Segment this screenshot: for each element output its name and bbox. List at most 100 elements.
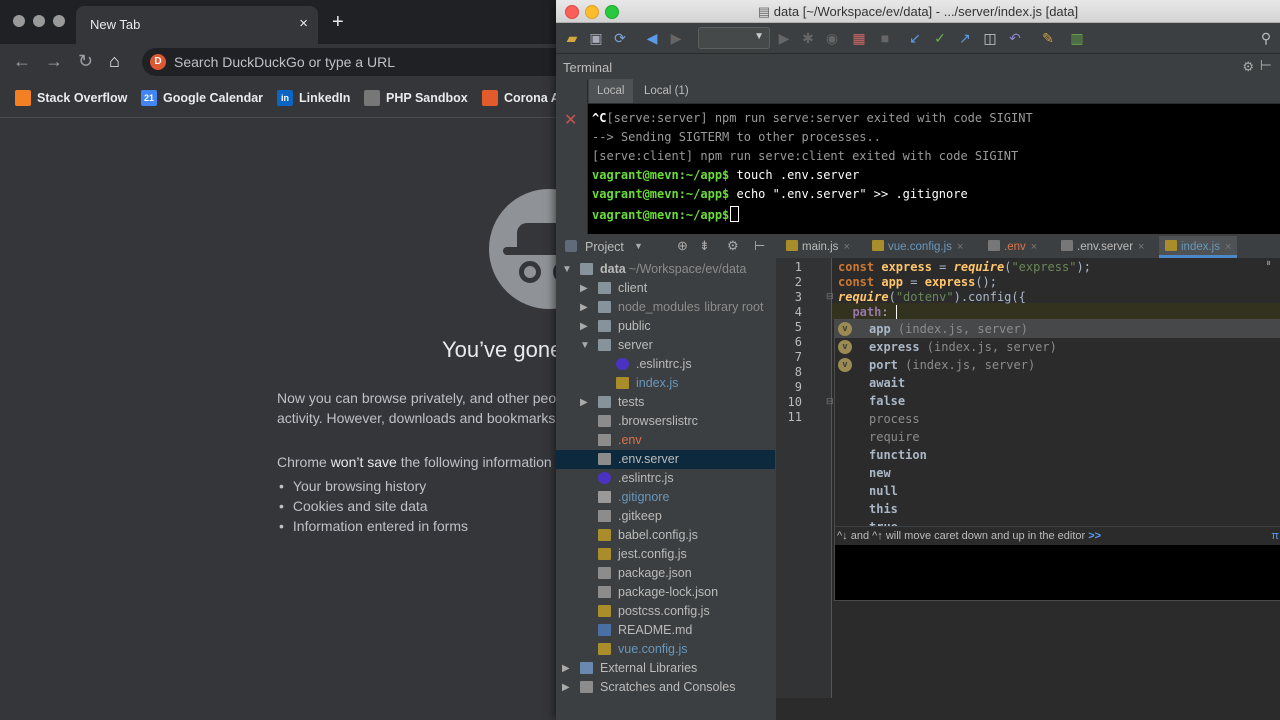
fold-icon[interactable]: ⊟: [826, 396, 834, 407]
save-icon[interactable]: ▣: [588, 30, 604, 46]
tab-local[interactable]: Local: [589, 79, 633, 103]
project-title[interactable]: Project: [585, 240, 624, 254]
revert-icon[interactable]: ↶: [1007, 30, 1023, 46]
terminal-output[interactable]: ^C[serve:server] npm run serve:server ex…: [588, 104, 1280, 234]
tree-item[interactable]: .eslintrc.js: [556, 355, 775, 374]
tree-item[interactable]: index.js: [556, 374, 775, 393]
window-zoom-button[interactable]: [53, 15, 65, 27]
tree-item[interactable]: README.md: [556, 621, 775, 640]
locate-icon[interactable]: ⊕: [677, 238, 688, 254]
completion-item-function[interactable]: function: [835, 446, 1280, 464]
tree-item[interactable]: .env.server: [556, 450, 775, 469]
project-settings-icon[interactable]: ⚙: [727, 238, 739, 254]
run-config-select[interactable]: ▼: [698, 27, 770, 49]
tree-item[interactable]: babel.config.js: [556, 526, 775, 545]
tree-item[interactable]: .env: [556, 431, 775, 450]
collapse-arrow-icon[interactable]: ▶: [562, 678, 572, 697]
run-icon[interactable]: ▶: [776, 30, 792, 46]
inspection-icon[interactable]: ⏸: [1266, 258, 1271, 269]
terminal-settings-icon[interactable]: ⚙: [1242, 59, 1254, 75]
close-tab-icon[interactable]: ×: [1031, 241, 1037, 253]
editor-tab-vue-config-js[interactable]: vue.config.js ×: [872, 236, 963, 258]
tree-item[interactable]: .gitkeep: [556, 507, 775, 526]
bookmark-stack-overflow[interactable]: Stack Overflow: [15, 90, 127, 106]
coverage-icon[interactable]: ◉: [824, 30, 840, 46]
tree-item[interactable]: ▶ Scratches and Consoles: [556, 678, 775, 697]
tree-item[interactable]: ▼ data ~/Workspace/ev/data: [556, 260, 775, 279]
tree-item[interactable]: package.json: [556, 564, 775, 583]
close-tab-icon[interactable]: ×: [1138, 241, 1144, 253]
structure-icon[interactable]: ▥: [1069, 30, 1085, 46]
settings-icon[interactable]: ✎: [1040, 30, 1056, 46]
expand-arrow-icon[interactable]: ▼: [580, 336, 590, 355]
bookmark-google-calendar[interactable]: 21 Google Calendar: [141, 90, 263, 106]
tree-item[interactable]: ▶ tests: [556, 393, 775, 412]
collapse-arrow-icon[interactable]: ▶: [580, 298, 590, 317]
tree-item[interactable]: .browserslistrc: [556, 412, 775, 431]
tab-close-icon[interactable]: ×: [299, 15, 308, 32]
bookmark-php-sandbox[interactable]: PHP Sandbox: [364, 90, 468, 106]
completion-item-process[interactable]: process: [835, 410, 1280, 428]
back-icon[interactable]: ←: [13, 52, 31, 70]
completion-item-express[interactable]: v express (index.js, server): [835, 338, 1280, 356]
code-editor[interactable]: 1 2 3 4 5 6 7 8 9 10 11 ⊟ ⊟ const expres…: [776, 258, 1280, 698]
tree-item[interactable]: ▶ External Libraries: [556, 659, 775, 678]
history-icon[interactable]: ◫: [982, 30, 998, 46]
close-tab-icon[interactable]: ×: [957, 241, 963, 253]
tree-item[interactable]: ▶ node_modules library root: [556, 298, 775, 317]
editor-tab-main-js[interactable]: main.js ×: [786, 236, 850, 258]
completion-item-require[interactable]: require: [835, 428, 1280, 446]
completion-item-app[interactable]: v app (index.js, server): [835, 320, 1280, 338]
editor-tab-env-server[interactable]: .env.server ×: [1061, 236, 1144, 258]
tree-item[interactable]: package-lock.json: [556, 583, 775, 602]
project-view-dropdown-icon[interactable]: ▼: [634, 241, 643, 251]
tree-item[interactable]: vue.config.js: [556, 640, 775, 659]
close-terminal-icon[interactable]: ✕: [564, 110, 577, 130]
collapse-arrow-icon[interactable]: ▶: [580, 393, 590, 412]
tree-item[interactable]: postcss.config.js: [556, 602, 775, 621]
close-tab-icon[interactable]: ×: [1225, 241, 1231, 253]
sync-icon[interactable]: ⟳: [612, 30, 628, 46]
forward-icon[interactable]: ▶: [668, 30, 684, 46]
completion-hint-link[interactable]: >>: [1088, 530, 1101, 542]
stop-icon[interactable]: ■: [877, 30, 893, 46]
editor-tab-index-js[interactable]: index.js ×: [1159, 236, 1238, 258]
close-tab-icon[interactable]: ×: [843, 241, 849, 253]
tab-local-1[interactable]: Local (1): [636, 79, 697, 103]
bookmark-corona[interactable]: Corona A: [482, 90, 560, 106]
project-hide-icon[interactable]: ⊢: [754, 238, 765, 254]
completion-item-this[interactable]: this: [835, 500, 1280, 518]
new-tab-button[interactable]: +: [332, 12, 344, 32]
open-folder-icon[interactable]: ▰: [564, 30, 580, 46]
terminal-hide-icon[interactable]: ⊢: [1260, 57, 1272, 74]
window-minimize-button[interactable]: [33, 15, 45, 27]
tree-item[interactable]: ▶ public: [556, 317, 775, 336]
debug-icon[interactable]: ✱: [800, 30, 816, 46]
search-icon[interactable]: ⚲: [1258, 30, 1274, 46]
collapse-arrow-icon[interactable]: ▶: [580, 279, 590, 298]
completion-item-await[interactable]: await: [835, 374, 1280, 392]
completion-item-new[interactable]: new: [835, 464, 1280, 482]
vcs-commit-icon[interactable]: ✓: [932, 30, 948, 46]
vcs-push-icon[interactable]: ↗: [957, 30, 973, 46]
fold-icon[interactable]: ⊟: [826, 291, 834, 302]
completion-item-null[interactable]: null: [835, 482, 1280, 500]
tree-item[interactable]: .eslintrc.js: [556, 469, 775, 488]
bookmark-linkedin[interactable]: in LinkedIn: [277, 90, 350, 106]
tree-item[interactable]: ▶ client: [556, 279, 775, 298]
collapse-arrow-icon[interactable]: ▶: [580, 317, 590, 336]
forward-icon[interactable]: →: [45, 52, 63, 70]
home-icon[interactable]: ⌂: [109, 52, 120, 70]
back-icon[interactable]: ◀: [644, 30, 660, 46]
expand-arrow-icon[interactable]: ▼: [562, 260, 572, 279]
vcs-update-icon[interactable]: ↙: [907, 30, 923, 46]
pi-icon[interactable]: π: [1271, 527, 1279, 545]
tree-item[interactable]: .gitignore: [556, 488, 775, 507]
reload-icon[interactable]: ↻: [78, 52, 93, 70]
completion-item-false[interactable]: false: [835, 392, 1280, 410]
collapse-icon[interactable]: ⇟: [699, 238, 710, 254]
profile-icon[interactable]: ▦: [851, 30, 867, 46]
tab-new-tab[interactable]: New Tab ×: [76, 6, 318, 44]
tree-item[interactable]: ▼ server: [556, 336, 775, 355]
window-close-button[interactable]: [13, 15, 25, 27]
